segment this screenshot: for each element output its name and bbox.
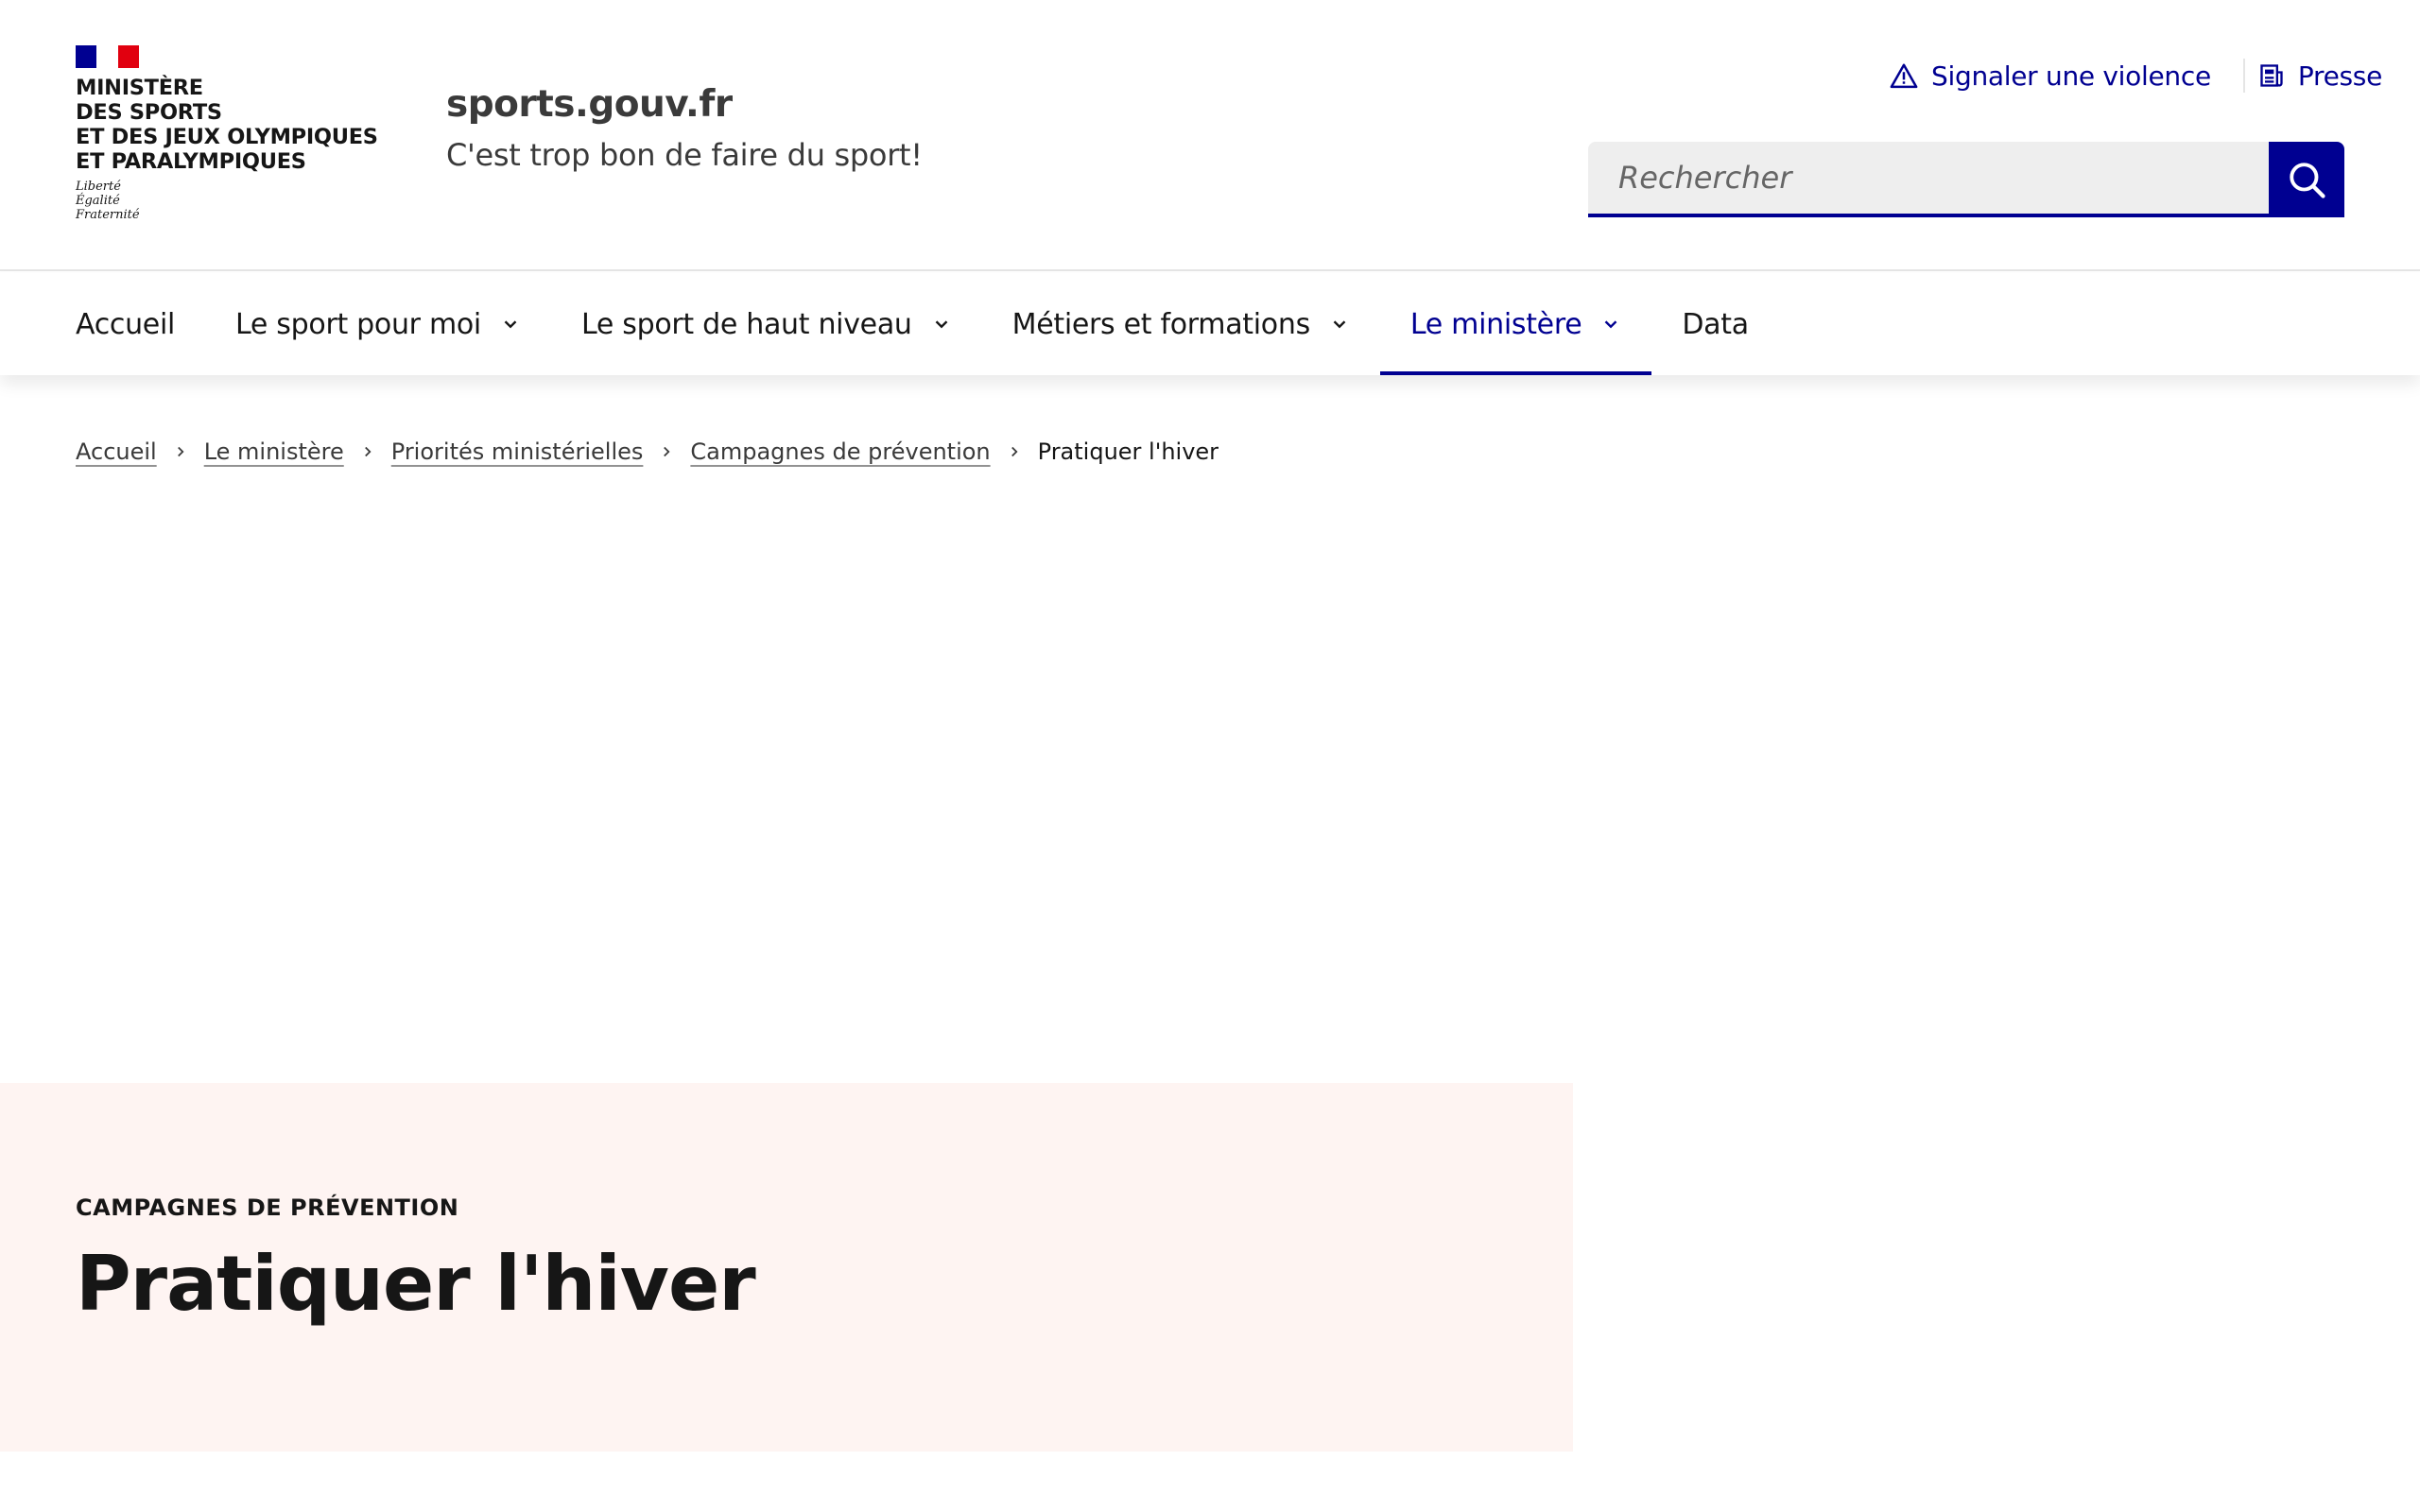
ministry-name: MINISTÈRE DES SPORTS ET DES JEUX OLYMPIQ…	[76, 76, 378, 174]
chevron-right-icon	[359, 443, 376, 460]
breadcrumb-current: Pratiquer l'hiver	[1037, 438, 1219, 465]
nav-item-label: Data	[1682, 307, 1749, 341]
site-title[interactable]: sports.gouv.fr	[446, 83, 923, 126]
search-bar	[1588, 142, 2344, 217]
report-violence-link[interactable]: Signaler une violence	[1890, 60, 2211, 92]
marianne-flag-icon	[76, 45, 139, 68]
breadcrumb-link-ministere[interactable]: Le ministère	[204, 438, 344, 465]
hero-category: CAMPAGNES DE PRÉVENTION	[76, 1194, 459, 1221]
chevron-down-icon	[935, 320, 947, 329]
service-block: sports.gouv.fr C'est trop bon de faire d…	[446, 83, 923, 173]
search-button[interactable]	[2269, 142, 2344, 217]
nav-item-sport-haut-niveau[interactable]: Le sport de haut niveau	[551, 273, 982, 375]
nav-item-label: Le sport pour moi	[235, 307, 481, 341]
newspaper-icon	[2260, 64, 2283, 87]
nav-item-sport-pour-moi[interactable]: Le sport pour moi	[205, 273, 551, 375]
header-tools: Signaler une violence Presse	[1890, 59, 2382, 93]
nav-item-label: Accueil	[76, 307, 176, 341]
breadcrumb-link-priorites[interactable]: Priorités ministérielles	[391, 438, 644, 465]
tools-divider	[2242, 59, 2245, 93]
nav-item-label: Métiers et formations	[1011, 307, 1311, 341]
report-violence-label: Signaler une violence	[1931, 60, 2211, 92]
site-tagline: C'est trop bon de faire du sport!	[446, 137, 923, 173]
search-icon	[2290, 163, 2325, 198]
main-navigation: Accueil Le sport pour moi Le sport de ha…	[0, 273, 2420, 375]
breadcrumb-link-accueil[interactable]: Accueil	[76, 438, 157, 465]
press-link[interactable]: Presse	[2258, 60, 2382, 92]
nav-item-data[interactable]: Data	[1651, 273, 1778, 375]
site-header: MINISTÈRE DES SPORTS ET DES JEUX OLYMPIQ…	[0, 0, 2420, 271]
nav-item-accueil[interactable]: Accueil	[45, 273, 205, 375]
nav-item-label: Le ministère	[1409, 307, 1582, 341]
press-label: Presse	[2297, 60, 2382, 92]
chevron-right-icon	[1006, 443, 1023, 460]
breadcrumb: Accueil Le ministère Priorités ministéri…	[76, 438, 1219, 465]
warning-icon	[1890, 63, 1918, 89]
search-input[interactable]	[1588, 142, 2269, 217]
nav-item-le-ministere[interactable]: Le ministère	[1379, 273, 1652, 375]
chevron-right-icon	[172, 443, 189, 460]
chevron-right-icon	[658, 443, 675, 460]
chevron-down-icon	[1605, 320, 1617, 329]
government-logo[interactable]: MINISTÈRE DES SPORTS ET DES JEUX OLYMPIQ…	[76, 45, 378, 222]
nav-item-metiers-formations[interactable]: Métiers et formations	[982, 273, 1380, 375]
page-hero: CAMPAGNES DE PRÉVENTION Pratiquer l'hive…	[0, 1083, 1573, 1452]
page-title: Pratiquer l'hiver	[76, 1240, 756, 1328]
chevron-down-icon	[1333, 320, 1346, 329]
breadcrumb-link-campagnes[interactable]: Campagnes de prévention	[690, 438, 990, 465]
nav-item-label: Le sport de haut niveau	[580, 307, 912, 341]
chevron-down-icon	[504, 320, 517, 329]
republic-motto: Liberté Égalité Fraternité	[76, 180, 140, 222]
